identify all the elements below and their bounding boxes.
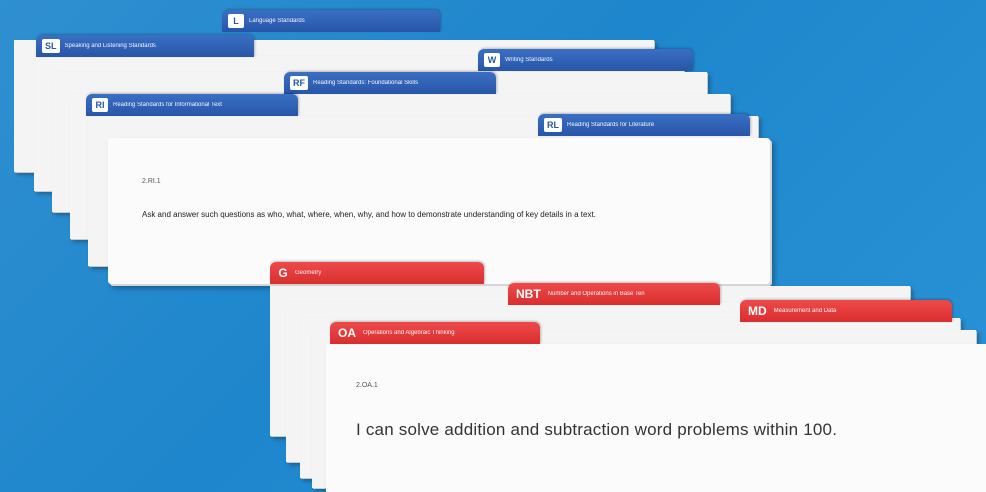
tab-title: Measurement and Data [773, 308, 837, 314]
tab-title: Geometry [295, 270, 322, 276]
tab-number-base-ten: NBT Number and Operations in Base Ten [508, 283, 720, 305]
tab-language: L Language Standards [222, 10, 440, 32]
tab-speaking-listening: SL Speaking and Listening Standards [36, 35, 254, 57]
tab-title: Number and Operations in Base Ten [547, 291, 645, 297]
tab-abbr: G [278, 266, 288, 280]
tab-abbr: RL [544, 118, 562, 132]
tab-title: Language Standards [249, 18, 305, 24]
tab-abbr: SL [42, 39, 60, 53]
standard-text: Ask and answer such questions as who, wh… [142, 210, 596, 219]
tab-abbr: RF [290, 76, 308, 90]
tab-abbr: OA [338, 326, 356, 340]
tab-title: Reading Standards for Informational Text [113, 102, 222, 108]
tab-abbr: MD [748, 304, 767, 318]
photo-stage: L Language Standards SL Speaking and Lis… [0, 0, 986, 492]
tab-geometry: G Geometry [270, 262, 484, 284]
standard-text: I can solve addition and subtraction wor… [356, 420, 838, 439]
tab-abbr: RI [92, 98, 108, 112]
tab-title: Operations and Algebraic Thinking [363, 330, 455, 336]
red-front-card: 2.OA.1 I can solve addition and subtract… [326, 344, 986, 492]
tab-writing: W Writing Standards [478, 49, 693, 71]
tab-title: Reading Standards: Foundational Skills [313, 80, 419, 86]
tab-abbr: L [228, 14, 244, 28]
tab-abbr: NBT [516, 287, 541, 301]
tab-measurement-data: MD Measurement and Data [740, 300, 952, 322]
tab-abbr: W [484, 53, 500, 67]
tab-reading-foundational: RF Reading Standards: Foundational Skill… [284, 72, 496, 94]
tab-reading-informational: RI Reading Standards for Informational T… [86, 94, 298, 116]
standard-code: 2.OA.1 [356, 382, 378, 389]
tab-title: Writing Standards [505, 57, 553, 63]
standard-code: 2.RI.1 [142, 178, 161, 185]
tab-operations-algebraic: OA Operations and Algebraic Thinking [330, 322, 540, 344]
tab-reading-literature: RL Reading Standards for Literature [538, 114, 750, 136]
tab-title: Speaking and Listening Standards [64, 43, 156, 49]
tab-title: Reading Standards for Literature [567, 122, 655, 128]
